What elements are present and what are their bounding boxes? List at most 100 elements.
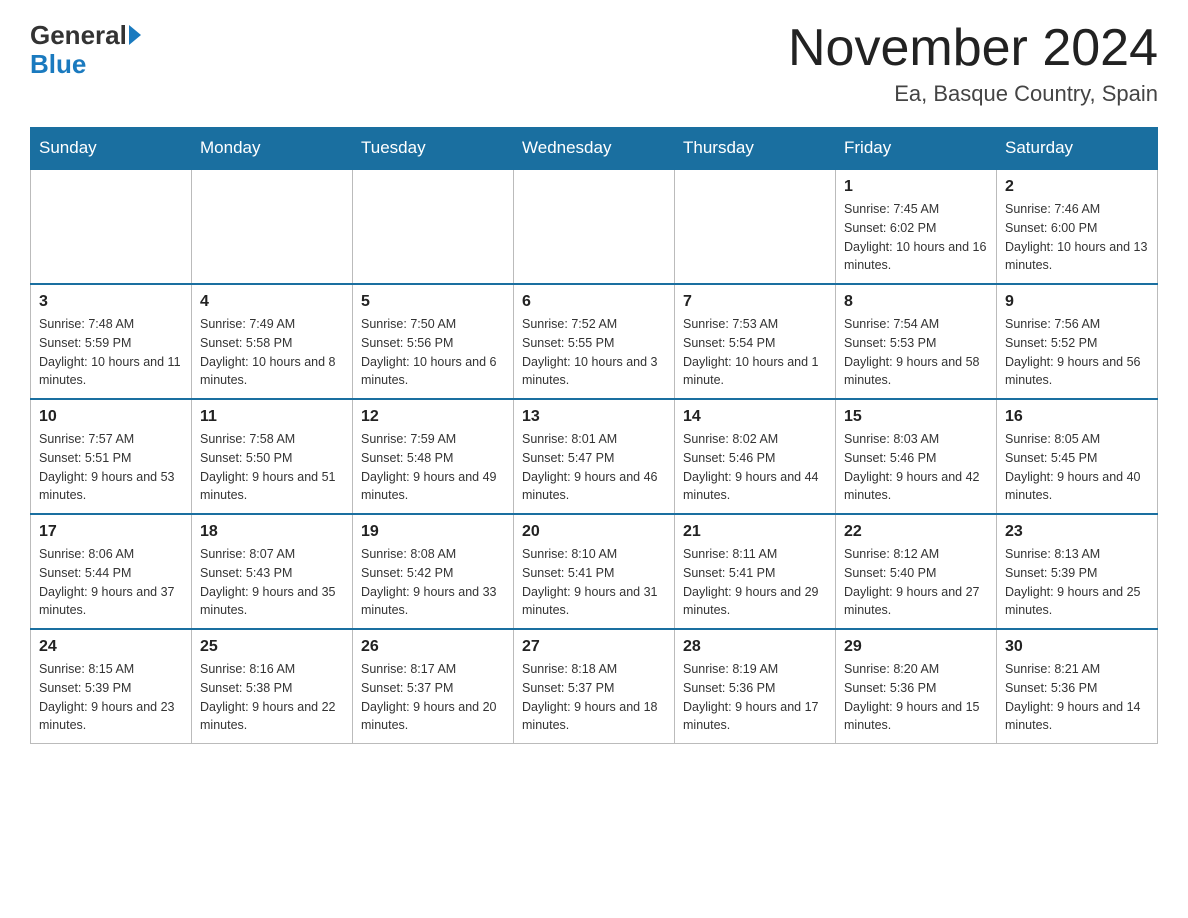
day-info: Sunrise: 8:01 AMSunset: 5:47 PMDaylight:…	[522, 430, 666, 505]
day-number: 1	[844, 178, 988, 196]
week-row-2: 3 Sunrise: 7:48 AMSunset: 5:59 PMDaylight…	[31, 284, 1158, 399]
day-info: Sunrise: 7:48 AMSunset: 5:59 PMDaylight:…	[39, 315, 183, 390]
week-row-4: 17 Sunrise: 8:06 AMSunset: 5:44 PMDayligh…	[31, 514, 1158, 629]
day-info: Sunrise: 7:52 AMSunset: 5:55 PMDaylight:…	[522, 315, 666, 390]
calendar-cell: 11 Sunrise: 7:58 AMSunset: 5:50 PMDayligh…	[192, 399, 353, 514]
calendar-cell	[514, 169, 675, 284]
calendar-cell	[31, 169, 192, 284]
day-number: 3	[39, 293, 183, 311]
day-number: 14	[683, 408, 827, 426]
day-number: 16	[1005, 408, 1149, 426]
day-info: Sunrise: 7:49 AMSunset: 5:58 PMDaylight:…	[200, 315, 344, 390]
day-number: 12	[361, 408, 505, 426]
logo: General Blue	[30, 20, 141, 80]
day-number: 15	[844, 408, 988, 426]
calendar-cell: 3 Sunrise: 7:48 AMSunset: 5:59 PMDaylight…	[31, 284, 192, 399]
title-section: November 2024 Ea, Basque Country, Spain	[788, 20, 1158, 107]
calendar-cell: 12 Sunrise: 7:59 AMSunset: 5:48 PMDayligh…	[353, 399, 514, 514]
day-info: Sunrise: 8:06 AMSunset: 5:44 PMDaylight:…	[39, 545, 183, 620]
calendar-cell: 13Sunrise: 8:01 AMSunset: 5:47 PMDayligh…	[514, 399, 675, 514]
day-number: 17	[39, 523, 183, 541]
week-row-1: 1Sunrise: 7:45 AMSunset: 6:02 PMDaylight…	[31, 169, 1158, 284]
calendar-cell: 7 Sunrise: 7:53 AMSunset: 5:54 PMDaylight…	[675, 284, 836, 399]
week-row-5: 24Sunrise: 8:15 AMSunset: 5:39 PMDayligh…	[31, 629, 1158, 744]
day-info: Sunrise: 8:07 AMSunset: 5:43 PMDaylight:…	[200, 545, 344, 620]
day-info: Sunrise: 8:11 AMSunset: 5:41 PMDaylight:…	[683, 545, 827, 620]
day-info: Sunrise: 8:21 AMSunset: 5:36 PMDaylight:…	[1005, 660, 1149, 735]
day-info: Sunrise: 7:53 AMSunset: 5:54 PMDaylight:…	[683, 315, 827, 390]
day-info: Sunrise: 8:17 AMSunset: 5:37 PMDaylight:…	[361, 660, 505, 735]
calendar-cell: 2Sunrise: 7:46 AMSunset: 6:00 PMDaylight…	[997, 169, 1158, 284]
day-number: 5	[361, 293, 505, 311]
logo-blue-label: Blue	[30, 49, 86, 80]
day-info: Sunrise: 8:13 AMSunset: 5:39 PMDaylight:…	[1005, 545, 1149, 620]
logo-blue-row: Blue	[30, 49, 86, 80]
location: Ea, Basque Country, Spain	[788, 81, 1158, 107]
day-info: Sunrise: 7:56 AMSunset: 5:52 PMDaylight:…	[1005, 315, 1149, 390]
day-header-tuesday: Tuesday	[353, 128, 514, 170]
day-info: Sunrise: 7:50 AMSunset: 5:56 PMDaylight:…	[361, 315, 505, 390]
day-header-wednesday: Wednesday	[514, 128, 675, 170]
calendar-cell: 17 Sunrise: 8:06 AMSunset: 5:44 PMDayligh…	[31, 514, 192, 629]
calendar-cell: 29 Sunrise: 8:20 AMSunset: 5:36 PMDayligh…	[836, 629, 997, 744]
day-info: Sunrise: 7:59 AMSunset: 5:48 PMDaylight:…	[361, 430, 505, 505]
day-info: Sunrise: 8:02 AMSunset: 5:46 PMDaylight:…	[683, 430, 827, 505]
day-number: 9	[1005, 293, 1149, 311]
day-number: 26	[361, 638, 505, 656]
day-info: Sunrise: 8:10 AMSunset: 5:41 PMDaylight:…	[522, 545, 666, 620]
day-number: 10	[39, 408, 183, 426]
day-header-saturday: Saturday	[997, 128, 1158, 170]
month-title: November 2024	[788, 20, 1158, 77]
calendar-cell: 27 Sunrise: 8:18 AMSunset: 5:37 PMDayligh…	[514, 629, 675, 744]
day-info: Sunrise: 8:19 AMSunset: 5:36 PMDaylight:…	[683, 660, 827, 735]
calendar-cell	[192, 169, 353, 284]
logo-arrow-icon	[129, 25, 141, 45]
day-info: Sunrise: 7:58 AMSunset: 5:50 PMDaylight:…	[200, 430, 344, 505]
day-number: 30	[1005, 638, 1149, 656]
calendar-cell: 5 Sunrise: 7:50 AMSunset: 5:56 PMDaylight…	[353, 284, 514, 399]
day-info: Sunrise: 8:15 AMSunset: 5:39 PMDaylight:…	[39, 660, 183, 735]
day-number: 11	[200, 408, 344, 426]
day-info: Sunrise: 8:18 AMSunset: 5:37 PMDaylight:…	[522, 660, 666, 735]
calendar-cell: 15 Sunrise: 8:03 AMSunset: 5:46 PMDayligh…	[836, 399, 997, 514]
day-number: 2	[1005, 178, 1149, 196]
calendar-cell: 24Sunrise: 8:15 AMSunset: 5:39 PMDayligh…	[31, 629, 192, 744]
day-number: 19	[361, 523, 505, 541]
calendar-cell: 20Sunrise: 8:10 AMSunset: 5:41 PMDayligh…	[514, 514, 675, 629]
calendar-cell: 6Sunrise: 7:52 AMSunset: 5:55 PMDaylight…	[514, 284, 675, 399]
week-row-3: 10Sunrise: 7:57 AMSunset: 5:51 PMDayligh…	[31, 399, 1158, 514]
day-number: 21	[683, 523, 827, 541]
day-number: 23	[1005, 523, 1149, 541]
logo-general-label: General	[30, 20, 127, 51]
day-number: 7	[683, 293, 827, 311]
calendar-table: SundayMondayTuesdayWednesdayThursdayFrid…	[30, 127, 1158, 744]
day-header-sunday: Sunday	[31, 128, 192, 170]
day-number: 27	[522, 638, 666, 656]
calendar-cell: 4Sunrise: 7:49 AMSunset: 5:58 PMDaylight…	[192, 284, 353, 399]
calendar-cell: 23 Sunrise: 8:13 AMSunset: 5:39 PMDayligh…	[997, 514, 1158, 629]
day-number: 25	[200, 638, 344, 656]
day-info: Sunrise: 8:12 AMSunset: 5:40 PMDaylight:…	[844, 545, 988, 620]
calendar-cell: 16 Sunrise: 8:05 AMSunset: 5:45 PMDayligh…	[997, 399, 1158, 514]
calendar-cell: 26 Sunrise: 8:17 AMSunset: 5:37 PMDayligh…	[353, 629, 514, 744]
calendar-cell: 22Sunrise: 8:12 AMSunset: 5:40 PMDayligh…	[836, 514, 997, 629]
day-number: 8	[844, 293, 988, 311]
day-info: Sunrise: 8:08 AMSunset: 5:42 PMDaylight:…	[361, 545, 505, 620]
calendar-cell: 30 Sunrise: 8:21 AMSunset: 5:36 PMDayligh…	[997, 629, 1158, 744]
calendar-cell: 19 Sunrise: 8:08 AMSunset: 5:42 PMDayligh…	[353, 514, 514, 629]
calendar-cell: 25 Sunrise: 8:16 AMSunset: 5:38 PMDayligh…	[192, 629, 353, 744]
calendar-cell	[675, 169, 836, 284]
day-info: Sunrise: 8:03 AMSunset: 5:46 PMDaylight:…	[844, 430, 988, 505]
day-info: Sunrise: 8:05 AMSunset: 5:45 PMDaylight:…	[1005, 430, 1149, 505]
day-number: 29	[844, 638, 988, 656]
calendar-cell: 18Sunrise: 8:07 AMSunset: 5:43 PMDayligh…	[192, 514, 353, 629]
logo-general-text: General	[30, 20, 141, 51]
calendar-cell: 10Sunrise: 7:57 AMSunset: 5:51 PMDayligh…	[31, 399, 192, 514]
calendar-cell: 8Sunrise: 7:54 AMSunset: 5:53 PMDaylight…	[836, 284, 997, 399]
calendar-cell: 1Sunrise: 7:45 AMSunset: 6:02 PMDaylight…	[836, 169, 997, 284]
day-header-monday: Monday	[192, 128, 353, 170]
calendar-cell: 9 Sunrise: 7:56 AMSunset: 5:52 PMDaylight…	[997, 284, 1158, 399]
day-info: Sunrise: 8:16 AMSunset: 5:38 PMDaylight:…	[200, 660, 344, 735]
day-number: 28	[683, 638, 827, 656]
day-info: Sunrise: 8:20 AMSunset: 5:36 PMDaylight:…	[844, 660, 988, 735]
